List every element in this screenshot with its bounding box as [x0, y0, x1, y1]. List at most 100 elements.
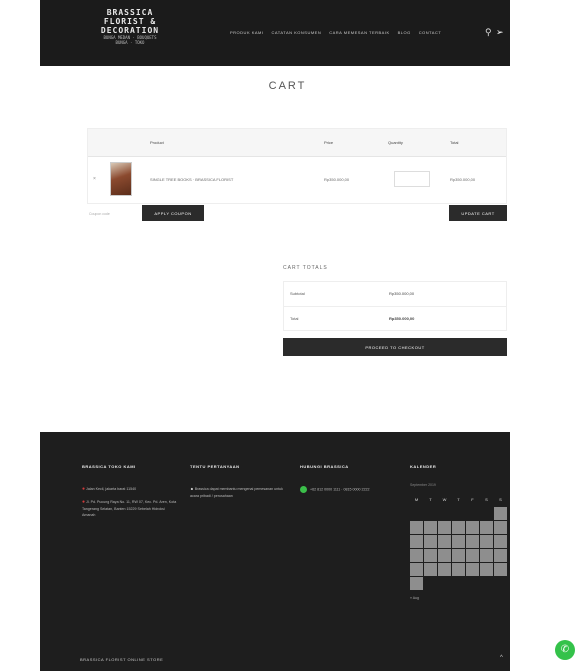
footer-col-calendar: KALENDER September 2019 M T W T F S S « …: [410, 464, 510, 600]
calendar-day-header: F: [471, 497, 474, 502]
calendar-day: [438, 549, 451, 562]
calendar-day: [494, 535, 507, 548]
calendar-empty: [452, 507, 465, 520]
calendar-day: [424, 535, 437, 548]
main-nav: PRODUK KAMI CATATAN KONSUMEN CARA MEMESA…: [230, 30, 441, 35]
footer-questions-text: ☻ Brassica dapat membantu mengenai pemes…: [190, 486, 285, 499]
nav-item-cara-memesan[interactable]: CARA MEMESAN TERBAIK: [329, 30, 389, 35]
calendar-day: [494, 563, 507, 576]
totals-row-total: Total Rp350.000,00: [284, 307, 506, 332]
table-row: × SINGLE TREE BOOKS · BRASSICA FLORIST R…: [88, 157, 506, 203]
footer-phone[interactable]: +62 812 0000 1111 · 0815 0000 2222: [310, 487, 369, 491]
whatsapp-icon[interactable]: ✆: [555, 640, 575, 660]
site-logo[interactable]: BRASSICA FLORIST & DECORATION BUNGA MEDA…: [95, 8, 165, 45]
logo-tagline-2: BUNGA · TOKO: [115, 40, 145, 45]
footer-col-contact: HUBUNGI BRASSICA +62 812 0000 1111 · 081…: [300, 464, 395, 493]
calendar-day: [466, 521, 479, 534]
calendar-prev-link[interactable]: « Aug: [410, 596, 510, 600]
nav-item-contact[interactable]: CONTACT: [419, 30, 442, 35]
cart-totals-title: CART TOTALS: [283, 265, 328, 271]
calendar-day-header: T: [429, 497, 432, 502]
checkout-button[interactable]: PROCEED TO CHECKOUT: [283, 338, 507, 356]
cart-totals-table: Subtotal Rp350.000,00 Total Rp350.000,00: [283, 281, 507, 331]
calendar-day: [410, 549, 423, 562]
footer-address-2: Jl. Pd. Pucung Raya No. 11, RW 07, Kec. …: [82, 500, 177, 517]
calendar-month: September 2019: [410, 483, 436, 487]
product-price: Rp350.000,00: [324, 177, 350, 182]
calendar-empty: [410, 507, 423, 520]
calendar-day: [466, 535, 479, 548]
footer-contact-text: +62 812 0000 1111 · 0815 0000 2222: [300, 486, 395, 493]
search-icon[interactable]: ⚲: [485, 27, 492, 38]
calendar-day: [438, 535, 451, 548]
logo-line-1: BRASSICA: [106, 8, 154, 17]
update-cart-button[interactable]: UPDATE CART: [449, 205, 507, 221]
scroll-top-icon[interactable]: ^: [500, 655, 503, 661]
remove-item-icon[interactable]: ×: [93, 176, 96, 182]
calendar-empty: [480, 507, 493, 520]
calendar-day: [480, 521, 493, 534]
calendar-day: [466, 549, 479, 562]
coupon-input[interactable]: Coupon code: [87, 207, 137, 221]
calendar-day: [410, 577, 423, 590]
calendar-day-header: M: [414, 497, 419, 502]
calendar-day: [480, 563, 493, 576]
footer-store-name: BRASSICA FLORIST ONLINE STORE: [80, 657, 164, 662]
footer-store-address: ● Jalan Kecil, jakarta barat 11540 ● Jl.…: [82, 486, 177, 519]
nav-item-produk[interactable]: PRODUK KAMI: [230, 30, 264, 35]
whatsapp-icon: [300, 486, 307, 493]
nav-item-blog[interactable]: BLOG: [398, 30, 411, 35]
footer-address-1: Jalan Kecil, jakarta barat 11540: [86, 487, 137, 491]
calendar-day-header: S: [485, 497, 488, 502]
totals-row-subtotal: Subtotal Rp350.000,00: [284, 282, 506, 307]
column-product: Product: [150, 140, 164, 145]
site-header: BRASSICA FLORIST & DECORATION BUNGA MEDA…: [40, 0, 510, 66]
logo-line-2: FLORIST &: [103, 17, 157, 26]
subtotal-label: Subtotal: [290, 291, 305, 296]
calendar-day-header: S: [499, 497, 502, 502]
calendar-day: [466, 563, 479, 576]
column-total: Total: [450, 140, 459, 145]
map-pin-icon: ●: [82, 499, 86, 505]
calendar-day: [494, 549, 507, 562]
calendar-grid: M T W T F S S: [410, 493, 510, 590]
calendar-day: [480, 535, 493, 548]
calendar-day-header: W: [442, 497, 447, 502]
total-label: Total: [290, 316, 299, 321]
footer-title-contact: HUBUNGI BRASSICA: [300, 464, 349, 469]
apply-coupon-button[interactable]: APPLY COUPON: [142, 205, 204, 221]
site-footer: BRASSICA TOKO KAMI ● Jalan Kecil, jakart…: [40, 432, 510, 671]
logo-line-3: DECORATION: [100, 26, 160, 35]
calendar-day: [452, 535, 465, 548]
calendar-day-header: T: [457, 497, 460, 502]
quantity-stepper[interactable]: [394, 171, 430, 187]
calendar-empty: [466, 507, 479, 520]
calendar-day: [480, 549, 493, 562]
calendar-day: [494, 521, 507, 534]
product-name[interactable]: SINGLE TREE BOOKS · BRASSICA FLORIST: [150, 177, 233, 182]
footer-col-store: BRASSICA TOKO KAMI ● Jalan Kecil, jakart…: [82, 464, 177, 519]
calendar-day: [410, 563, 423, 576]
footer-title-store: BRASSICA TOKO KAMI: [82, 464, 136, 469]
footer-col-questions: TENTU PERTANYAAN ☻ Brassica dapat memban…: [190, 464, 285, 499]
calendar-empty: [438, 507, 451, 520]
column-price: Price: [324, 140, 334, 145]
calendar-day: [438, 563, 451, 576]
person-icon: ☻: [190, 487, 194, 491]
column-quantity: Quantity: [388, 140, 403, 145]
product-total: Rp350.000,00: [450, 177, 476, 182]
calendar-day: [424, 521, 437, 534]
calendar-day: [410, 535, 423, 548]
nav-item-catatan[interactable]: CATATAN KONSUMEN: [272, 30, 322, 35]
calendar-day: [494, 507, 507, 520]
footer-title-questions: TENTU PERTANYAAN: [190, 464, 240, 469]
subtotal-value: Rp350.000,00: [389, 291, 415, 296]
product-thumbnail[interactable]: [110, 162, 132, 196]
footer-questions-line: Brassica dapat membantu mengenai pemesan…: [190, 487, 283, 498]
calendar-day: [410, 521, 423, 534]
calendar-day: [438, 521, 451, 534]
cart-table-header: Product Price Quantity Total: [88, 129, 506, 157]
cursor-icon: ➢: [496, 27, 504, 37]
calendar-day: [424, 549, 437, 562]
calendar-empty: [424, 507, 437, 520]
